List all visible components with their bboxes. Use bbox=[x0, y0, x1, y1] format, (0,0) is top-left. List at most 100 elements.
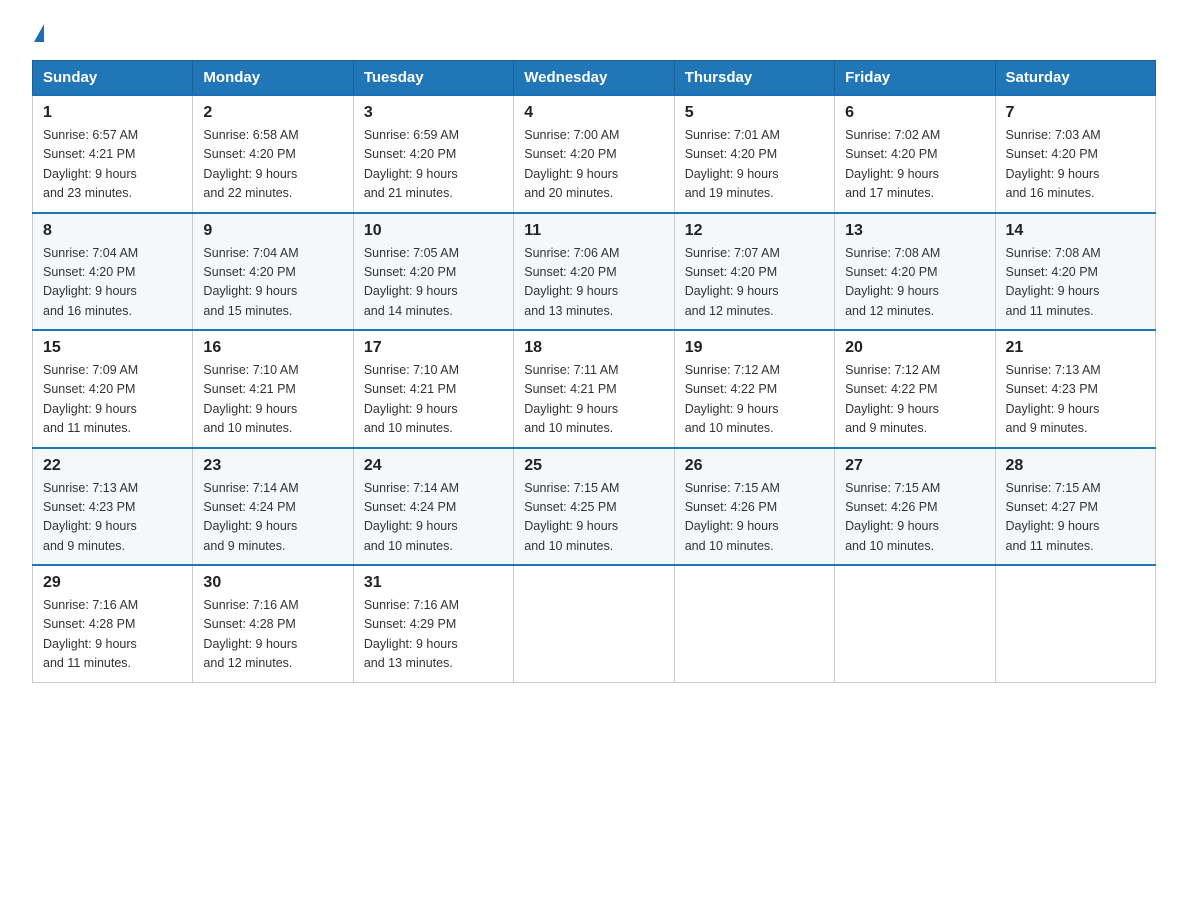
day-info: Sunrise: 7:04 AM Sunset: 4:20 PM Dayligh… bbox=[43, 246, 138, 318]
day-cell: 14 Sunrise: 7:08 AM Sunset: 4:20 PM Dayl… bbox=[995, 213, 1155, 331]
day-cell: 13 Sunrise: 7:08 AM Sunset: 4:20 PM Dayl… bbox=[835, 213, 995, 331]
day-info: Sunrise: 6:57 AM Sunset: 4:21 PM Dayligh… bbox=[43, 128, 138, 200]
day-info: Sunrise: 6:58 AM Sunset: 4:20 PM Dayligh… bbox=[203, 128, 298, 200]
day-number: 19 bbox=[685, 339, 824, 357]
day-cell: 23 Sunrise: 7:14 AM Sunset: 4:24 PM Dayl… bbox=[193, 448, 353, 566]
day-number: 26 bbox=[685, 457, 824, 475]
day-of-week-header: Monday bbox=[193, 61, 353, 96]
empty-day-cell bbox=[835, 565, 995, 682]
day-info: Sunrise: 7:16 AM Sunset: 4:29 PM Dayligh… bbox=[364, 598, 459, 670]
day-cell: 25 Sunrise: 7:15 AM Sunset: 4:25 PM Dayl… bbox=[514, 448, 674, 566]
day-number: 30 bbox=[203, 574, 342, 592]
empty-day-cell bbox=[995, 565, 1155, 682]
calendar-week-row: 8 Sunrise: 7:04 AM Sunset: 4:20 PM Dayli… bbox=[33, 213, 1156, 331]
day-info: Sunrise: 7:15 AM Sunset: 4:27 PM Dayligh… bbox=[1006, 481, 1101, 553]
day-number: 21 bbox=[1006, 339, 1145, 357]
day-info: Sunrise: 7:14 AM Sunset: 4:24 PM Dayligh… bbox=[203, 481, 298, 553]
day-cell: 4 Sunrise: 7:00 AM Sunset: 4:20 PM Dayli… bbox=[514, 95, 674, 213]
calendar-table: SundayMondayTuesdayWednesdayThursdayFrid… bbox=[32, 60, 1156, 683]
calendar-header: SundayMondayTuesdayWednesdayThursdayFrid… bbox=[33, 61, 1156, 96]
day-number: 14 bbox=[1006, 222, 1145, 240]
day-number: 12 bbox=[685, 222, 824, 240]
day-cell: 11 Sunrise: 7:06 AM Sunset: 4:20 PM Dayl… bbox=[514, 213, 674, 331]
logo bbox=[32, 24, 44, 42]
calendar-week-row: 15 Sunrise: 7:09 AM Sunset: 4:20 PM Dayl… bbox=[33, 330, 1156, 448]
day-cell: 6 Sunrise: 7:02 AM Sunset: 4:20 PM Dayli… bbox=[835, 95, 995, 213]
day-number: 13 bbox=[845, 222, 984, 240]
day-cell: 8 Sunrise: 7:04 AM Sunset: 4:20 PM Dayli… bbox=[33, 213, 193, 331]
day-cell: 31 Sunrise: 7:16 AM Sunset: 4:29 PM Dayl… bbox=[353, 565, 513, 682]
day-of-week-header: Saturday bbox=[995, 61, 1155, 96]
day-number: 25 bbox=[524, 457, 663, 475]
day-info: Sunrise: 7:12 AM Sunset: 4:22 PM Dayligh… bbox=[845, 363, 940, 435]
day-of-week-header: Sunday bbox=[33, 61, 193, 96]
day-cell: 15 Sunrise: 7:09 AM Sunset: 4:20 PM Dayl… bbox=[33, 330, 193, 448]
day-number: 6 bbox=[845, 104, 984, 122]
logo-triangle-icon bbox=[34, 24, 44, 42]
day-info: Sunrise: 7:01 AM Sunset: 4:20 PM Dayligh… bbox=[685, 128, 780, 200]
day-number: 18 bbox=[524, 339, 663, 357]
day-info: Sunrise: 7:13 AM Sunset: 4:23 PM Dayligh… bbox=[1006, 363, 1101, 435]
day-cell: 29 Sunrise: 7:16 AM Sunset: 4:28 PM Dayl… bbox=[33, 565, 193, 682]
day-number: 4 bbox=[524, 104, 663, 122]
empty-day-cell bbox=[674, 565, 834, 682]
day-number: 15 bbox=[43, 339, 182, 357]
day-cell: 5 Sunrise: 7:01 AM Sunset: 4:20 PM Dayli… bbox=[674, 95, 834, 213]
day-number: 3 bbox=[364, 104, 503, 122]
day-info: Sunrise: 7:13 AM Sunset: 4:23 PM Dayligh… bbox=[43, 481, 138, 553]
day-cell: 24 Sunrise: 7:14 AM Sunset: 4:24 PM Dayl… bbox=[353, 448, 513, 566]
day-number: 27 bbox=[845, 457, 984, 475]
page-header bbox=[32, 24, 1156, 42]
day-info: Sunrise: 7:15 AM Sunset: 4:25 PM Dayligh… bbox=[524, 481, 619, 553]
day-cell: 2 Sunrise: 6:58 AM Sunset: 4:20 PM Dayli… bbox=[193, 95, 353, 213]
day-of-week-header: Tuesday bbox=[353, 61, 513, 96]
day-info: Sunrise: 7:09 AM Sunset: 4:20 PM Dayligh… bbox=[43, 363, 138, 435]
day-cell: 18 Sunrise: 7:11 AM Sunset: 4:21 PM Dayl… bbox=[514, 330, 674, 448]
day-info: Sunrise: 7:14 AM Sunset: 4:24 PM Dayligh… bbox=[364, 481, 459, 553]
day-number: 17 bbox=[364, 339, 503, 357]
calendar-week-row: 29 Sunrise: 7:16 AM Sunset: 4:28 PM Dayl… bbox=[33, 565, 1156, 682]
day-info: Sunrise: 7:07 AM Sunset: 4:20 PM Dayligh… bbox=[685, 246, 780, 318]
day-info: Sunrise: 7:02 AM Sunset: 4:20 PM Dayligh… bbox=[845, 128, 940, 200]
day-cell: 26 Sunrise: 7:15 AM Sunset: 4:26 PM Dayl… bbox=[674, 448, 834, 566]
day-cell: 21 Sunrise: 7:13 AM Sunset: 4:23 PM Dayl… bbox=[995, 330, 1155, 448]
calendar-week-row: 22 Sunrise: 7:13 AM Sunset: 4:23 PM Dayl… bbox=[33, 448, 1156, 566]
day-cell: 30 Sunrise: 7:16 AM Sunset: 4:28 PM Dayl… bbox=[193, 565, 353, 682]
day-info: Sunrise: 7:04 AM Sunset: 4:20 PM Dayligh… bbox=[203, 246, 298, 318]
day-info: Sunrise: 6:59 AM Sunset: 4:20 PM Dayligh… bbox=[364, 128, 459, 200]
day-info: Sunrise: 7:12 AM Sunset: 4:22 PM Dayligh… bbox=[685, 363, 780, 435]
day-cell: 20 Sunrise: 7:12 AM Sunset: 4:22 PM Dayl… bbox=[835, 330, 995, 448]
day-info: Sunrise: 7:10 AM Sunset: 4:21 PM Dayligh… bbox=[364, 363, 459, 435]
day-cell: 19 Sunrise: 7:12 AM Sunset: 4:22 PM Dayl… bbox=[674, 330, 834, 448]
day-info: Sunrise: 7:10 AM Sunset: 4:21 PM Dayligh… bbox=[203, 363, 298, 435]
day-number: 23 bbox=[203, 457, 342, 475]
empty-day-cell bbox=[514, 565, 674, 682]
day-info: Sunrise: 7:15 AM Sunset: 4:26 PM Dayligh… bbox=[845, 481, 940, 553]
day-of-week-header: Friday bbox=[835, 61, 995, 96]
day-info: Sunrise: 7:05 AM Sunset: 4:20 PM Dayligh… bbox=[364, 246, 459, 318]
day-cell: 17 Sunrise: 7:10 AM Sunset: 4:21 PM Dayl… bbox=[353, 330, 513, 448]
day-number: 2 bbox=[203, 104, 342, 122]
day-cell: 1 Sunrise: 6:57 AM Sunset: 4:21 PM Dayli… bbox=[33, 95, 193, 213]
calendar-week-row: 1 Sunrise: 6:57 AM Sunset: 4:21 PM Dayli… bbox=[33, 95, 1156, 213]
day-info: Sunrise: 7:00 AM Sunset: 4:20 PM Dayligh… bbox=[524, 128, 619, 200]
day-info: Sunrise: 7:08 AM Sunset: 4:20 PM Dayligh… bbox=[1006, 246, 1101, 318]
day-info: Sunrise: 7:16 AM Sunset: 4:28 PM Dayligh… bbox=[203, 598, 298, 670]
day-info: Sunrise: 7:08 AM Sunset: 4:20 PM Dayligh… bbox=[845, 246, 940, 318]
day-info: Sunrise: 7:16 AM Sunset: 4:28 PM Dayligh… bbox=[43, 598, 138, 670]
day-number: 20 bbox=[845, 339, 984, 357]
day-number: 5 bbox=[685, 104, 824, 122]
day-info: Sunrise: 7:06 AM Sunset: 4:20 PM Dayligh… bbox=[524, 246, 619, 318]
day-number: 1 bbox=[43, 104, 182, 122]
day-cell: 22 Sunrise: 7:13 AM Sunset: 4:23 PM Dayl… bbox=[33, 448, 193, 566]
day-cell: 16 Sunrise: 7:10 AM Sunset: 4:21 PM Dayl… bbox=[193, 330, 353, 448]
day-info: Sunrise: 7:03 AM Sunset: 4:20 PM Dayligh… bbox=[1006, 128, 1101, 200]
day-number: 31 bbox=[364, 574, 503, 592]
day-cell: 3 Sunrise: 6:59 AM Sunset: 4:20 PM Dayli… bbox=[353, 95, 513, 213]
day-of-week-header: Wednesday bbox=[514, 61, 674, 96]
day-cell: 7 Sunrise: 7:03 AM Sunset: 4:20 PM Dayli… bbox=[995, 95, 1155, 213]
day-cell: 10 Sunrise: 7:05 AM Sunset: 4:20 PM Dayl… bbox=[353, 213, 513, 331]
day-number: 29 bbox=[43, 574, 182, 592]
day-number: 11 bbox=[524, 222, 663, 240]
day-number: 9 bbox=[203, 222, 342, 240]
